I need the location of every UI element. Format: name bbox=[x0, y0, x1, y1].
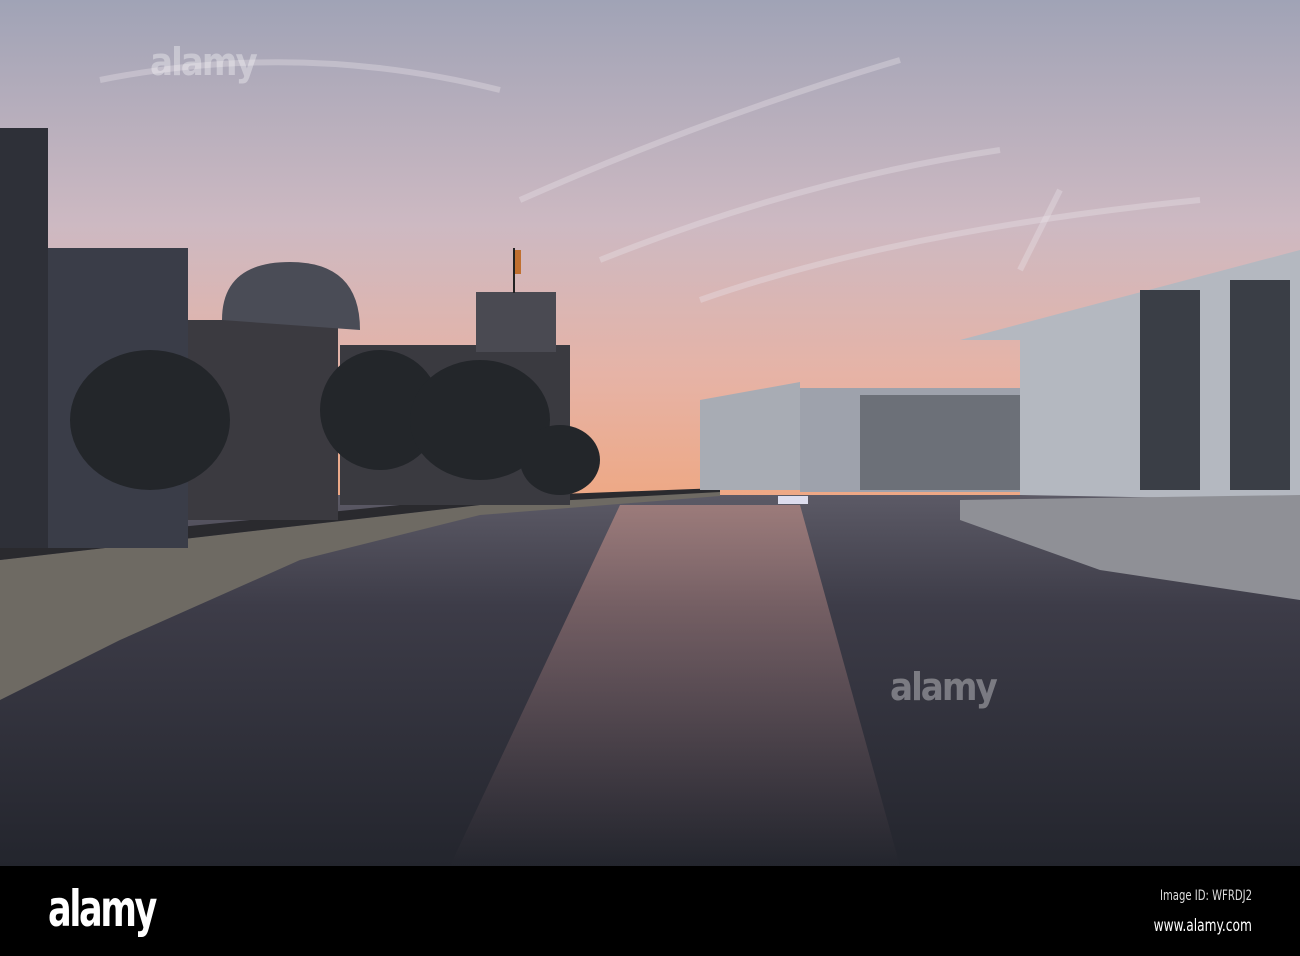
watermark-logo: alamy bbox=[150, 40, 258, 84]
boat bbox=[778, 496, 808, 504]
watermark-logo: alamy bbox=[890, 665, 998, 709]
image-id: Image ID: WFRDJ2 bbox=[1160, 888, 1252, 904]
river-sunset-photo bbox=[0, 0, 1300, 866]
stock-photo: alamy alamy alamy Image ID: WFRDJ2 www.a… bbox=[0, 0, 1300, 956]
alamy-logo: alamy bbox=[48, 880, 157, 938]
watermark-footer: alamy Image ID: WFRDJ2 www.alamy.com bbox=[0, 866, 1300, 956]
site-url: www.alamy.com bbox=[1153, 916, 1252, 936]
